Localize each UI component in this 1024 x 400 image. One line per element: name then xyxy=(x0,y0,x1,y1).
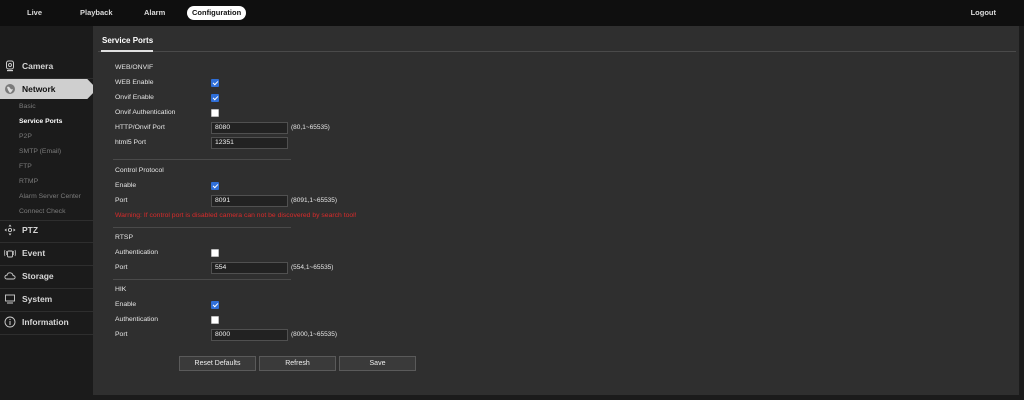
info-icon xyxy=(4,316,16,328)
onvif-enable-label: Onvif Enable xyxy=(115,94,154,101)
hik-port-input[interactable]: 8000 xyxy=(211,329,288,341)
control-port-warning: Warning: If control port is disabled cam… xyxy=(115,212,357,219)
sidebar-sub-smtp[interactable]: SMTP (Email) xyxy=(19,146,61,158)
sidebar-sub-ftp[interactable]: FTP xyxy=(19,161,32,173)
sidebar-sub-alarm-server[interactable]: Alarm Server Center xyxy=(19,191,81,203)
refresh-button[interactable]: Refresh xyxy=(259,356,336,371)
sidebar-item-label: Information xyxy=(22,317,69,327)
sidebar-item-information[interactable]: Information xyxy=(0,312,93,332)
html5-port-label: html5 Port xyxy=(115,139,146,146)
sidebar-sub-basic[interactable]: Basic xyxy=(19,101,36,113)
sidebar-item-ptz[interactable]: PTZ xyxy=(0,220,93,240)
section-control-protocol: Control Protocol xyxy=(115,167,164,174)
service-ports-panel: Service Ports WEB/ONVIF WEB Enable Onvif… xyxy=(93,26,1019,395)
control-enable-label: Enable xyxy=(115,182,137,189)
sidebar-item-event[interactable]: Event xyxy=(0,243,93,263)
sidebar-item-label: Event xyxy=(22,248,46,258)
control-enable-checkbox[interactable] xyxy=(211,182,219,190)
sidebar-sub-service-ports[interactable]: Service Ports xyxy=(19,116,62,128)
sidebar-item-label: Storage xyxy=(22,271,54,281)
nav-configuration[interactable]: Configuration xyxy=(187,6,247,20)
sidebar-item-label: System xyxy=(22,294,53,304)
section-hik: HIK xyxy=(115,286,127,293)
save-button[interactable]: Save xyxy=(339,356,416,371)
divider xyxy=(113,159,291,160)
hik-port-label: Port xyxy=(115,331,128,338)
divider xyxy=(0,78,93,79)
sidebar-item-label: Camera xyxy=(22,61,54,71)
monitor-icon xyxy=(4,293,16,305)
sidebar-item-storage[interactable]: Storage xyxy=(0,266,93,286)
rtsp-port-input[interactable]: 554 xyxy=(211,262,288,274)
nav-alarm[interactable]: Alarm xyxy=(139,6,170,20)
title-underline xyxy=(101,50,153,52)
sidebar-item-label: PTZ xyxy=(22,225,39,235)
http-port-input[interactable]: 8080 xyxy=(211,122,288,134)
onvif-auth-label: Onvif Authentication xyxy=(115,109,176,116)
reset-defaults-button[interactable]: Reset Defaults xyxy=(179,356,256,371)
rtsp-auth-label: Authentication xyxy=(115,249,159,256)
web-enable-checkbox[interactable] xyxy=(211,79,219,87)
sidebar: Camera Network Basic Service Ports P2P S… xyxy=(0,26,97,400)
divider xyxy=(113,279,291,280)
onvif-enable-checkbox[interactable] xyxy=(211,94,219,102)
hik-port-range: (8000,1~65535) xyxy=(291,331,338,338)
rtsp-port-label: Port xyxy=(115,264,128,271)
web-enable-label: WEB Enable xyxy=(115,79,154,86)
divider xyxy=(113,227,291,228)
sidebar-sub-connect-check[interactable]: Connect Check xyxy=(19,206,65,218)
sidebar-item-camera[interactable]: Camera xyxy=(0,56,93,76)
cloud-icon xyxy=(4,270,16,282)
http-port-label: HTTP/Onvif Port xyxy=(115,124,165,131)
page-title: Service Ports xyxy=(102,36,154,45)
hik-auth-label: Authentication xyxy=(115,316,159,323)
sidebar-item-system[interactable]: System xyxy=(0,289,93,309)
sidebar-sub-p2p[interactable]: P2P xyxy=(19,131,32,143)
sidebar-sub-rtmp[interactable]: RTMP xyxy=(19,176,38,188)
nav-playback[interactable]: Playback xyxy=(75,6,118,20)
nav-live[interactable]: Live xyxy=(22,6,47,20)
camera-icon xyxy=(4,60,16,72)
control-port-label: Port xyxy=(115,197,128,204)
sidebar-item-label: Network xyxy=(22,84,56,94)
sidebar-item-network[interactable]: Network xyxy=(0,79,97,99)
hik-enable-checkbox[interactable] xyxy=(211,301,219,309)
control-port-input[interactable]: 8091 xyxy=(211,195,288,207)
divider xyxy=(0,334,93,335)
section-rtsp: RTSP xyxy=(115,234,134,241)
event-icon xyxy=(4,247,16,259)
hik-enable-label: Enable xyxy=(115,301,137,308)
rtsp-port-range: (554,1~65535) xyxy=(291,264,334,271)
globe-icon xyxy=(4,83,16,95)
rtsp-auth-checkbox[interactable] xyxy=(211,249,219,257)
http-port-range: (80,1~65535) xyxy=(291,124,330,131)
onvif-auth-checkbox[interactable] xyxy=(211,109,219,117)
section-web-onvif: WEB/ONVIF xyxy=(115,64,154,71)
top-nav: Live Playback Alarm Configuration Logout xyxy=(0,0,1024,26)
html5-port-input[interactable]: 12351 xyxy=(211,137,288,149)
logout-link[interactable]: Logout xyxy=(971,6,996,20)
divider xyxy=(98,51,1016,52)
hik-auth-checkbox[interactable] xyxy=(211,316,219,324)
ptz-icon xyxy=(4,224,16,236)
control-port-range: (8091,1~65535) xyxy=(291,197,338,204)
